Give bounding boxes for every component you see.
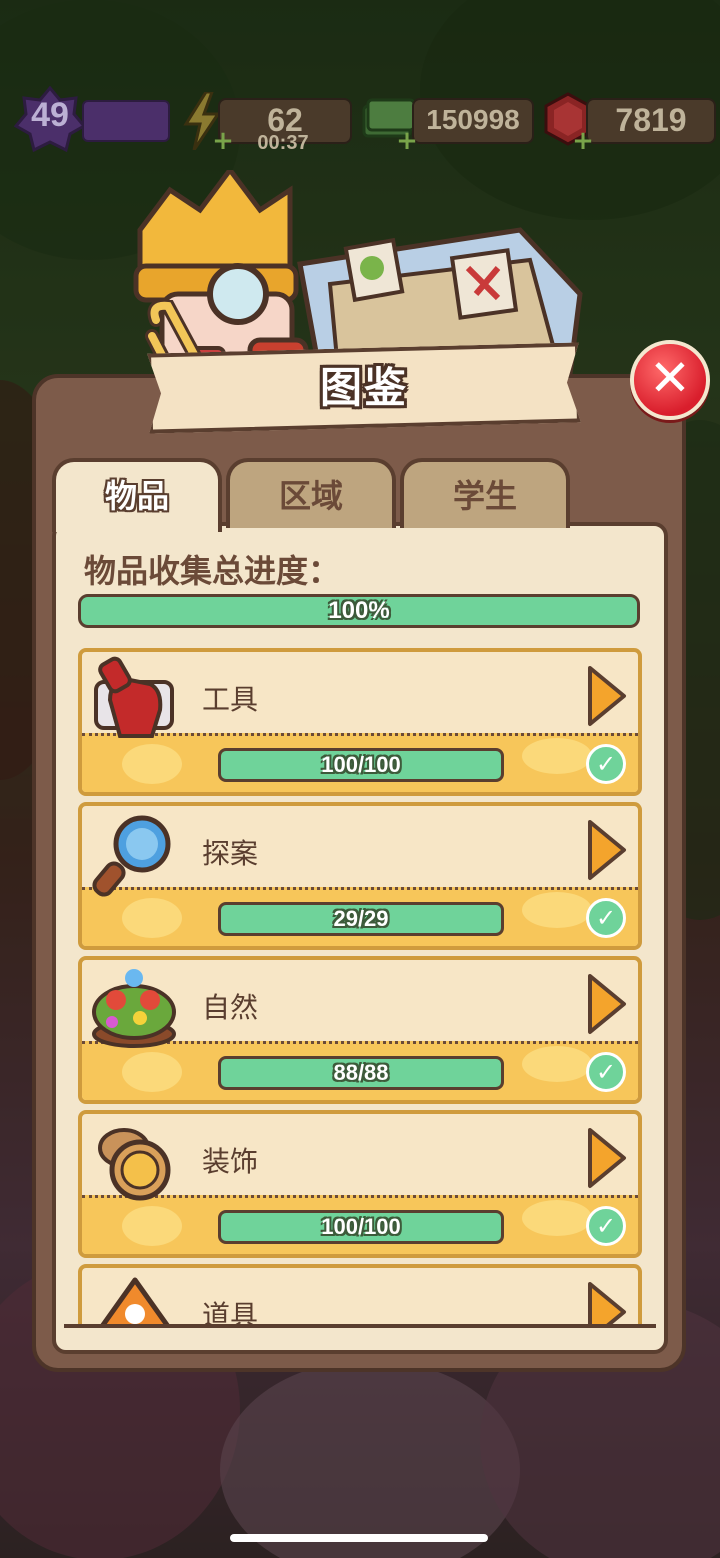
chevron-right-icon[interactable] xyxy=(586,972,628,1036)
category-name: 探案 xyxy=(202,837,259,870)
category-progress-bar: 100/100 xyxy=(218,748,504,782)
category-name: 装饰 xyxy=(202,1145,259,1178)
total-progress-text: 100% xyxy=(328,597,390,624)
category-progress-text: 29/29 xyxy=(333,906,389,931)
energy-plus-icon[interactable]: + xyxy=(212,128,234,154)
category-progress-bar: 29/29 xyxy=(218,902,504,936)
flower-bush-icon xyxy=(92,969,176,1048)
total-progress-label: 物品收集总进度： xyxy=(84,552,341,590)
gem-plus-icon[interactable]: + xyxy=(572,128,594,154)
red-toolbox-icon xyxy=(94,656,174,738)
pocket-watch-icon xyxy=(98,1128,171,1201)
tab-regions[interactable]: 区域 xyxy=(226,458,396,528)
energy-timer: 00:37 xyxy=(257,132,309,154)
category-progress-bar: 88/88 xyxy=(218,1056,504,1090)
home-indicator[interactable] xyxy=(230,1534,488,1542)
check-icon: ✓ xyxy=(586,1052,626,1092)
category-progress-text: 100/100 xyxy=(321,1214,401,1239)
magnifying-glass-icon xyxy=(92,815,171,897)
chevron-right-icon[interactable] xyxy=(586,1126,628,1190)
check-icon: ✓ xyxy=(586,898,626,938)
category-name: 工具 xyxy=(202,683,259,716)
category-progress-bar: 100/100 xyxy=(218,1210,504,1244)
close-icon: ✕ xyxy=(649,349,691,407)
category-card-nature[interactable]: 自然 88/88 ✓ xyxy=(78,956,642,1104)
chevron-right-icon[interactable] xyxy=(586,664,628,728)
category-card-decoration[interactable]: 装饰 100/100 ✓ xyxy=(78,1110,642,1258)
tab-items[interactable]: 物品 xyxy=(52,458,222,532)
check-icon: ✓ xyxy=(586,1206,626,1246)
list-bottom-divider xyxy=(64,1324,656,1328)
check-icon: ✓ xyxy=(586,744,626,784)
xp-bar xyxy=(82,100,170,142)
total-progress-bar: 100% xyxy=(78,594,640,628)
dialog-title: 图鉴 xyxy=(319,363,408,412)
category-name: 自然 xyxy=(202,991,259,1024)
tab-students[interactable]: 学生 xyxy=(400,458,570,528)
cash-counter[interactable]: 150998 xyxy=(412,98,534,144)
category-name: 道具 xyxy=(202,1299,259,1328)
category-progress-text: 100/100 xyxy=(321,752,401,777)
chevron-right-icon[interactable] xyxy=(586,1280,628,1328)
category-progress-text: 88/88 xyxy=(333,1060,389,1085)
gem-counter[interactable]: 7819 xyxy=(586,98,716,144)
category-card-props[interactable]: 道具 xyxy=(78,1264,642,1328)
orange-sign-icon xyxy=(97,1277,173,1328)
level-value: 49 xyxy=(31,96,69,134)
category-list[interactable]: 工具 100/100 ✓ 探案 29/29 ✓ 自然 88/88 ✓ 装饰 10… xyxy=(64,640,656,1328)
chevron-right-icon[interactable] xyxy=(586,818,628,882)
category-card-tools[interactable]: 工具 100/100 ✓ xyxy=(78,648,642,796)
cash-value: 150998 xyxy=(412,98,534,144)
category-card-detective[interactable]: 探案 29/29 ✓ xyxy=(78,802,642,950)
close-button[interactable]: ✕ xyxy=(630,340,710,420)
gem-value: 7819 xyxy=(586,98,716,144)
cash-plus-icon[interactable]: + xyxy=(396,128,418,154)
